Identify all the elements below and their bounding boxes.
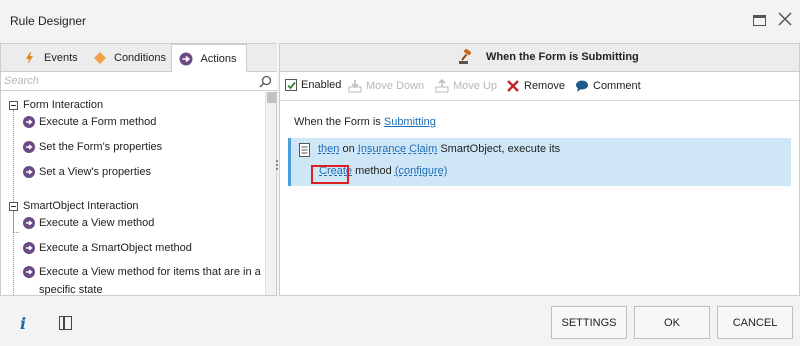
search-input[interactable] [4, 73, 254, 89]
window-title: Rule Designer [10, 14, 87, 28]
search-bar [1, 72, 277, 91]
rule-body: When the Form is Submitting then on Insu… [280, 102, 799, 295]
tab-events[interactable]: Events [23, 44, 78, 72]
move-up-label: Move Up [453, 80, 498, 92]
tree-scrollbar[interactable] [265, 92, 276, 295]
tree-item-label: Set a View's properties [39, 166, 151, 178]
arrow-circle-icon [179, 52, 193, 66]
actions-tree: Form Interaction Execute a Form method S… [1, 92, 265, 295]
rule-event-line: When the Form is Submitting [294, 116, 436, 128]
panel-toggle-icon[interactable] [59, 316, 72, 330]
comment-button[interactable]: Comment [575, 79, 641, 93]
rule-header-title: When the Form is Submitting [486, 51, 639, 63]
tree-group-form-interaction[interactable]: Form Interaction [9, 97, 103, 113]
close-icon[interactable] [776, 10, 794, 28]
enabled-label: Enabled [301, 79, 342, 91]
tree-item[interactable]: Set the Form's properties [23, 138, 263, 156]
enabled-checkbox[interactable] [285, 79, 297, 91]
collapse-icon[interactable] [9, 201, 18, 211]
event-link[interactable]: Submitting [384, 116, 436, 128]
bottom-bar: i SETTINGS OK CANCEL [0, 297, 800, 346]
rule-event-text: When the Form is [294, 116, 384, 128]
tree-item[interactable]: Set a View's properties [23, 163, 263, 181]
tree-connector [13, 211, 14, 295]
remove-button[interactable]: Remove [506, 79, 565, 93]
tree-item-label: Execute a View method for items that are… [39, 266, 261, 295]
tree-item-label: Execute a Form method [39, 116, 157, 128]
move-down-icon [348, 80, 362, 93]
smartobject-link[interactable]: Insurance Claim [358, 143, 437, 155]
tree-item-label: Set the Form's properties [39, 141, 163, 153]
move-up-button[interactable]: Move Up [435, 79, 497, 93]
action-text: SmartObject, execute its [437, 143, 561, 155]
settings-button[interactable]: SETTINGS [551, 306, 627, 339]
diamond-icon [94, 52, 106, 64]
search-icon[interactable] [259, 75, 272, 88]
tab-strip: Events Conditions Actions [1, 44, 277, 73]
arrow-circle-icon [23, 217, 35, 229]
tree-item-label: Execute a SmartObject method [39, 242, 192, 254]
remove-label: Remove [524, 80, 565, 92]
lightning-icon [26, 52, 33, 64]
ok-button[interactable]: OK [634, 306, 710, 339]
arrow-circle-icon [23, 166, 35, 178]
rule-toolbar: Enabled Move Down Move Up Remove Comment [280, 72, 799, 101]
arrow-circle-icon [23, 266, 35, 278]
arrow-circle-icon [23, 141, 35, 153]
tab-conditions[interactable]: Conditions [93, 44, 166, 72]
remove-icon [507, 80, 519, 92]
tab-events-label: Events [44, 52, 78, 64]
cancel-button[interactable]: CANCEL [717, 306, 793, 339]
tree-item[interactable]: Execute a View method [23, 214, 263, 232]
arrow-circle-icon [23, 116, 35, 128]
tree-group-label: Form Interaction [23, 99, 104, 111]
tree-item-label: Execute a View method [39, 217, 155, 229]
tree-item[interactable]: Execute a Form method [23, 113, 263, 131]
left-panel: Events Conditions Actions Form Interacti… [0, 43, 277, 296]
scrollbar-thumb[interactable] [267, 92, 276, 103]
arrow-circle-icon [23, 242, 35, 254]
action-text: method [352, 165, 395, 177]
action-text: on [339, 143, 358, 155]
rule-action-block[interactable]: then on Insurance Claim SmartObject, exe… [288, 138, 791, 186]
tab-actions-label: Actions [200, 53, 237, 65]
tab-conditions-label: Conditions [114, 52, 166, 64]
move-down-label: Move Down [366, 80, 425, 92]
tree-group-smartobject-interaction[interactable]: SmartObject Interaction [9, 198, 139, 214]
info-icon[interactable]: i [20, 314, 26, 333]
configure-link[interactable]: (configure) [395, 165, 448, 177]
collapse-icon[interactable] [9, 100, 18, 110]
tree-group-label: SmartObject Interaction [23, 200, 139, 212]
comment-label: Comment [593, 80, 641, 92]
tree-item[interactable]: Execute a SmartObject method [23, 239, 263, 257]
then-link[interactable]: then [318, 143, 339, 155]
method-highlight-box [311, 165, 349, 184]
maximize-icon[interactable] [753, 15, 766, 26]
gavel-icon [459, 49, 472, 64]
document-icon [299, 143, 310, 157]
right-panel: When the Form is Submitting Enabled Move… [279, 43, 800, 296]
rule-header: When the Form is Submitting [280, 44, 799, 72]
action-line: then on Insurance Claim SmartObject, exe… [318, 143, 560, 155]
enabled-toggle[interactable]: Enabled [285, 79, 341, 91]
move-up-icon [435, 79, 449, 93]
comment-icon [576, 80, 588, 92]
move-down-button[interactable]: Move Down [348, 79, 424, 93]
title-bar: Rule Designer [0, 0, 800, 42]
tab-actions[interactable]: Actions [171, 44, 247, 73]
tree-item[interactable]: Execute a View method for items that are… [23, 263, 263, 295]
